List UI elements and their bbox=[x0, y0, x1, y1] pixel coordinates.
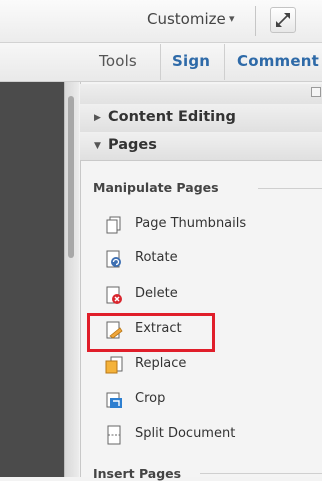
tool-label: Delete bbox=[135, 286, 178, 301]
top-toolbar: Customize ▾ bbox=[0, 0, 322, 43]
delete-icon bbox=[106, 286, 122, 304]
page-thumbnails-icon bbox=[106, 216, 121, 234]
chevron-right-icon: ▶ bbox=[94, 113, 101, 123]
chevron-down-icon: ▼ bbox=[94, 141, 101, 151]
chevron-down-icon[interactable]: ▾ bbox=[229, 12, 235, 25]
scrollbar-thumb[interactable] bbox=[68, 96, 74, 258]
expand-icon bbox=[276, 13, 290, 27]
tab-sign[interactable]: Sign bbox=[172, 52, 210, 70]
section-content-editing[interactable]: ▶ Content Editing bbox=[80, 104, 322, 133]
tab-divider bbox=[160, 44, 161, 80]
group-title-insert-pages: Insert Pages bbox=[93, 466, 182, 481]
rotate-icon bbox=[106, 250, 121, 268]
tabs-bar: Tools Sign Comment bbox=[0, 43, 322, 82]
group-divider bbox=[258, 188, 322, 189]
crop-icon bbox=[106, 392, 122, 408]
section-label: Content Editing bbox=[108, 109, 236, 125]
tool-rotate[interactable]: Rotate bbox=[104, 247, 304, 271]
tool-label: Split Document bbox=[135, 426, 236, 441]
tab-divider bbox=[224, 44, 225, 80]
panel-options-icon[interactable] bbox=[311, 87, 321, 97]
tool-label: Crop bbox=[135, 391, 166, 406]
tool-split-document[interactable]: Split Document bbox=[104, 423, 304, 447]
panel-grip[interactable] bbox=[80, 84, 322, 105]
customize-menu-label[interactable]: Customize bbox=[147, 10, 226, 28]
tool-label: Rotate bbox=[135, 250, 178, 265]
toolbar-divider bbox=[255, 6, 256, 36]
tool-label: Page Thumbnails bbox=[135, 216, 247, 231]
extract-highlight-box bbox=[87, 313, 215, 352]
section-pages[interactable]: ▼ Pages bbox=[80, 132, 322, 161]
tool-delete[interactable]: Delete bbox=[104, 283, 304, 307]
tab-comment[interactable]: Comment bbox=[237, 52, 319, 70]
group-divider bbox=[200, 473, 322, 474]
section-label: Pages bbox=[108, 137, 157, 153]
split-document-icon bbox=[107, 425, 121, 445]
tool-crop[interactable]: Crop bbox=[104, 388, 304, 412]
expand-button[interactable] bbox=[270, 7, 296, 33]
tool-replace[interactable]: Replace bbox=[104, 353, 304, 377]
tool-label: Replace bbox=[135, 356, 187, 371]
replace-icon bbox=[105, 356, 123, 374]
tool-page-thumbnails[interactable]: Page Thumbnails bbox=[104, 213, 304, 237]
group-title-manipulate-pages: Manipulate Pages bbox=[93, 180, 219, 195]
document-area bbox=[0, 82, 64, 477]
tab-tools[interactable]: Tools bbox=[99, 52, 137, 70]
